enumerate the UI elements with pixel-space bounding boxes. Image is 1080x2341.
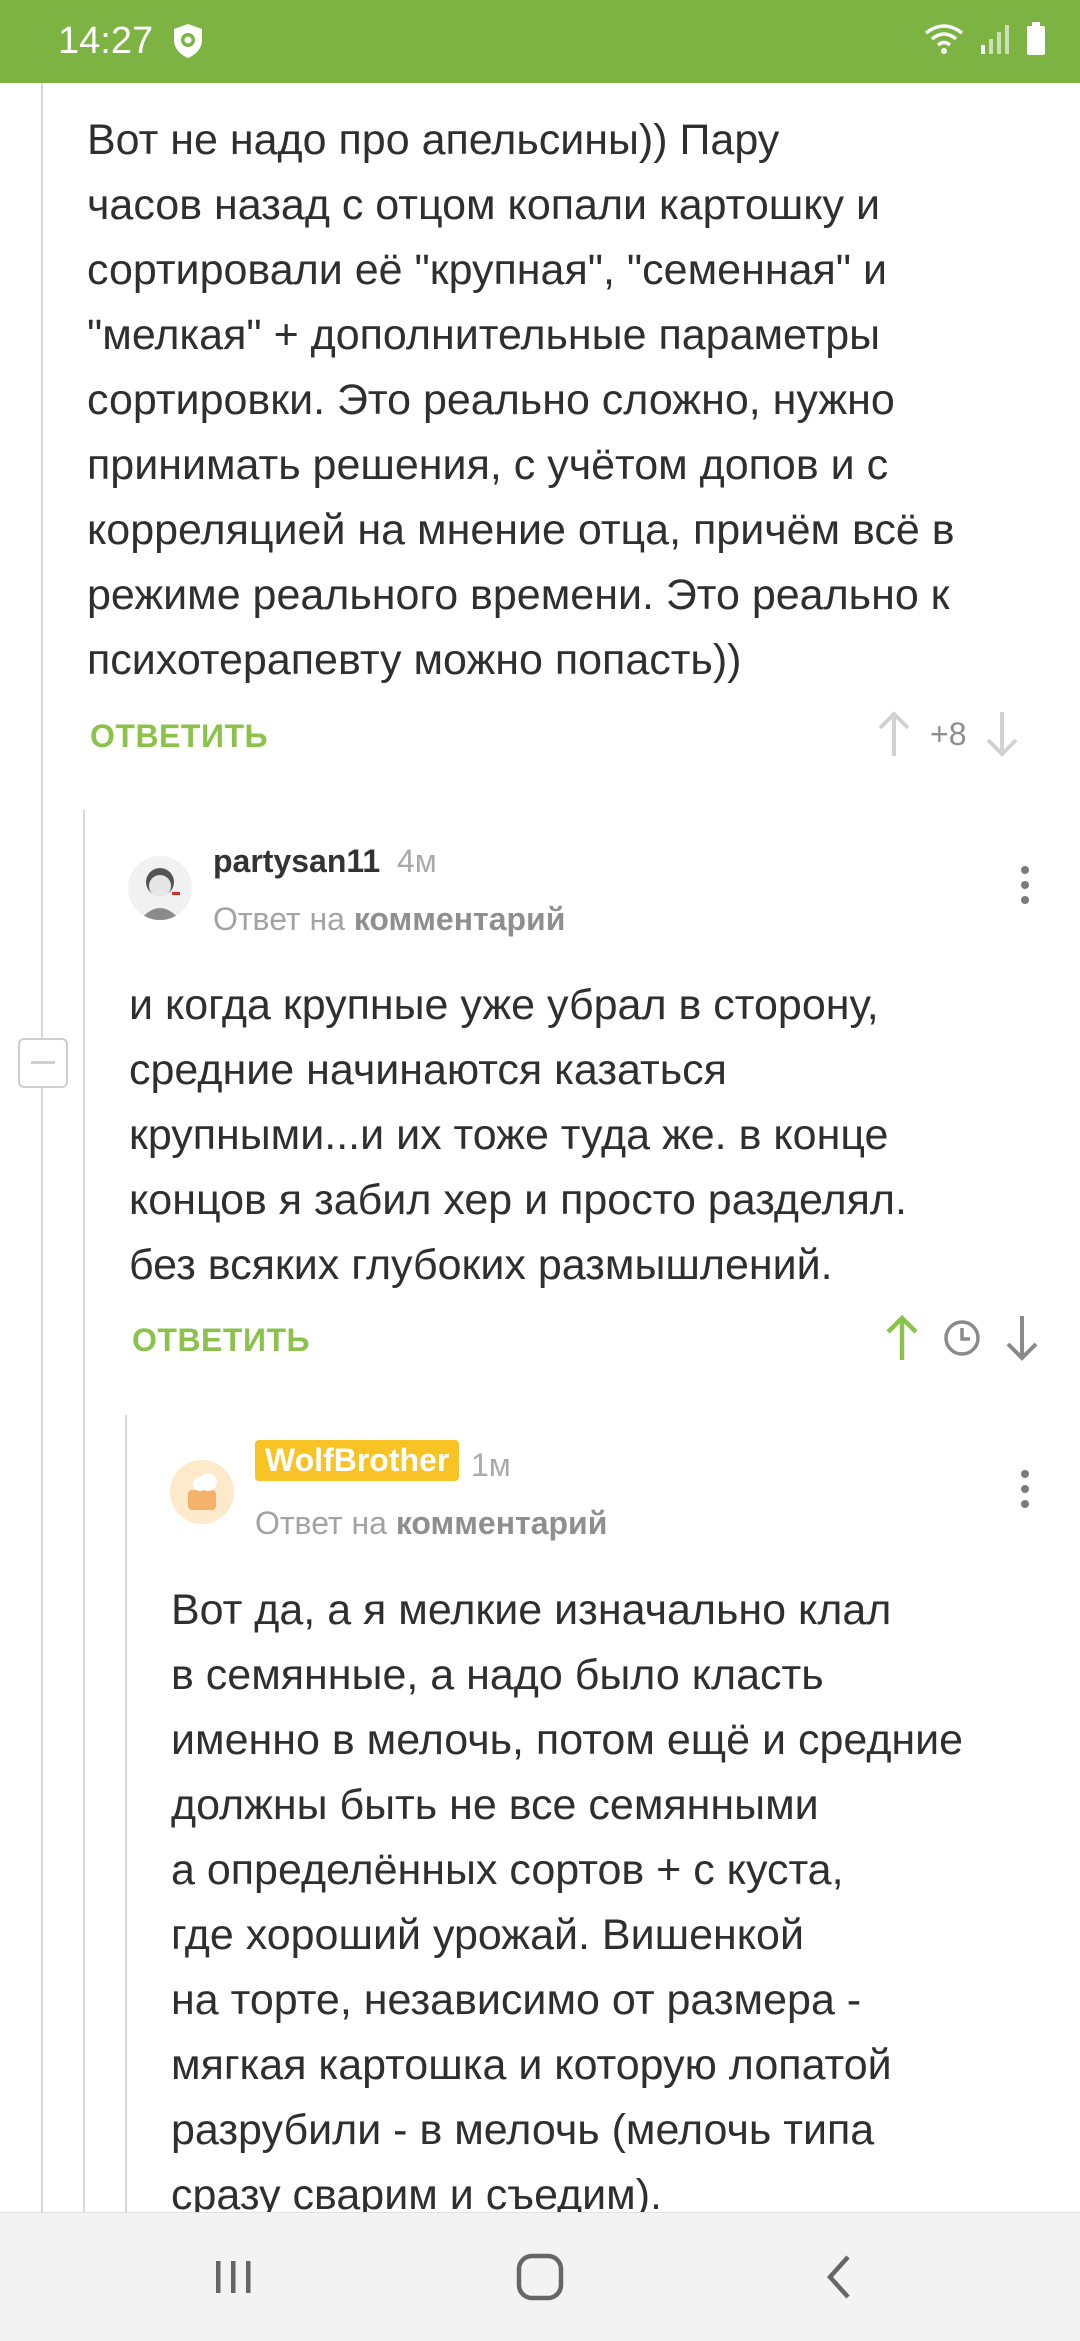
comment-2-author[interactable]: partysan11 <box>213 843 380 880</box>
home-icon[interactable] <box>510 2247 570 2307</box>
battery-icon <box>1027 22 1045 55</box>
thread-line-3 <box>125 1415 127 2212</box>
upvote-icon[interactable] <box>876 710 912 758</box>
comment-2-parent-link[interactable]: комментарий <box>354 901 566 937</box>
downvote-icon[interactable] <box>1004 1314 1040 1362</box>
comment-1-reply-button[interactable]: ОТВЕТИТЬ <box>90 718 268 755</box>
thread-line-2 <box>83 810 85 2212</box>
comment-2-menu-icon[interactable] <box>1015 866 1035 911</box>
comment-3-parent-link[interactable]: комментарий <box>396 1505 608 1541</box>
avatar[interactable] <box>170 1460 234 1524</box>
comment-3-menu-icon[interactable] <box>1015 1470 1035 1515</box>
comment-2-text: и когда крупные уже убрал в сторону, сре… <box>129 981 907 1289</box>
comment-2-reply-button[interactable]: ОТВЕТИТЬ <box>132 1322 310 1359</box>
signal-icon <box>981 25 1009 54</box>
back-icon[interactable] <box>818 2247 862 2307</box>
status-bar: 14:27 <box>0 0 1080 83</box>
downvote-icon[interactable] <box>984 710 1020 758</box>
recent-apps-icon[interactable] <box>212 2247 256 2307</box>
comment-1-rating-count: +8 <box>930 715 967 752</box>
avatar[interactable] <box>128 856 192 920</box>
collapse-thread-button[interactable] <box>18 1038 68 1088</box>
navigation-bar <box>0 2212 1080 2341</box>
comment-2-rating <box>884 1314 1040 1362</box>
thread-line-1 <box>41 83 43 2212</box>
comment-1-rating: +8 <box>876 710 1020 758</box>
comment-3-author[interactable]: WolfBrother <box>255 1440 460 1481</box>
comment-2-time: 4м <box>397 843 437 879</box>
comment-1-text: Вот не надо про апельсины)) Пару часов н… <box>87 116 955 684</box>
comment-3-text: Вот да, а я мелкие изначально клал в сем… <box>171 1586 964 2219</box>
shield-icon <box>174 24 202 58</box>
status-time: 14:27 <box>58 20 154 62</box>
wifi-icon <box>924 24 964 54</box>
clock-icon <box>944 1320 980 1356</box>
comment-3-time: 1м <box>471 1447 511 1483</box>
comment-2-reply-to: Ответ на комментарий <box>213 901 566 937</box>
upvote-icon[interactable] <box>884 1314 920 1362</box>
comment-3-reply-to: Ответ на комментарий <box>255 1505 608 1541</box>
status-icons <box>924 22 1046 56</box>
